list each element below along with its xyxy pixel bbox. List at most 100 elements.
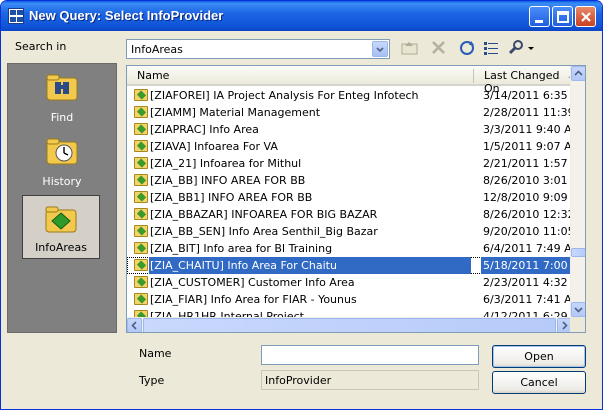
infoarea-folder-icon <box>134 208 148 220</box>
row-last-changed: 2/21/2011 1:57 PM <box>483 157 571 170</box>
dialog-window: New Query: Select InfoProvider Search in… <box>0 0 603 410</box>
vertical-scrollbar[interactable] <box>570 66 585 318</box>
open-button[interactable]: Open <box>492 345 586 368</box>
name-label: Name <box>139 347 172 360</box>
history-icon <box>45 136 79 166</box>
list-item[interactable]: [ZIAMM] Material Management 2/28/2011 11:… <box>127 104 572 121</box>
row-name: [ZIAFOREI] IA Project Analysis For Enteg… <box>150 89 419 102</box>
list-item[interactable]: [ZIA_CHAITU] Info Area For Chaitu 5/18/20… <box>127 257 572 274</box>
list-item[interactable]: [ZIA_BB_SEN] Info Area Senthil_Big Bazar… <box>127 223 572 240</box>
query-app-icon <box>8 8 24 24</box>
list-item[interactable]: [ZIA_21] Infoarea for Mithul 2/21/2011 1:… <box>127 155 572 172</box>
minimize-icon <box>535 20 543 23</box>
cancel-button[interactable]: Cancel <box>492 371 586 394</box>
place-infoareas[interactable]: InfoAreas <box>22 195 100 259</box>
search-in-value: InfoAreas <box>131 43 183 56</box>
row-name: [ZIAPRAC] Info Area <box>150 123 259 136</box>
row-name: [ZIA_BIT] Info area for BI Training <box>150 242 333 255</box>
row-last-changed: 5/18/2011 7:00 AM <box>481 257 571 274</box>
row-name: [ZIAMM] Material Management <box>150 106 321 119</box>
row-last-changed: 2/23/2011 4:32 PM <box>483 276 571 289</box>
list-item[interactable]: [ZIA_BBAZAR] INFOAREA FOR BIG BAZAR 8/26/… <box>127 206 572 223</box>
delete-icon <box>432 41 445 54</box>
scroll-left-button[interactable] <box>127 318 142 332</box>
infoareas-icon <box>44 204 78 234</box>
row-last-changed: 9/20/2010 11:05 ... <box>483 225 571 238</box>
infoarea-folder-icon <box>134 293 148 305</box>
horizontal-scroll-thumb[interactable] <box>143 318 556 332</box>
row-last-changed: 6/3/2011 7:41 AM <box>483 293 571 306</box>
row-name: [ZIA_FIAR] Info Area for FIAR - Younus <box>150 293 357 306</box>
close-button[interactable] <box>575 6 596 27</box>
row-last-changed: 2/28/2011 11:39 ... <box>483 106 571 119</box>
refresh-icon <box>460 41 474 55</box>
places-bar: Find History InfoAreas <box>7 63 117 333</box>
row-last-changed: 3/14/2011 6:35 AM <box>483 89 571 102</box>
infoarea-folder-icon <box>134 140 148 152</box>
list-item[interactable]: [ZIA_CUSTOMER] Customer Info Area 2/23/20… <box>127 274 572 291</box>
horizontal-scrollbar[interactable] <box>127 317 572 332</box>
vertical-scroll-thumb[interactable] <box>571 248 585 257</box>
view-details-icon <box>484 42 498 55</box>
list-item[interactable]: [ZIA_FIAR] Info Area for FIAR - Younus 6/… <box>127 291 572 308</box>
place-history-label: History <box>42 175 82 188</box>
infoprovider-list[interactable]: Name Last Changed On [ZIAFOREI] IA Proje… <box>126 65 586 333</box>
list-item[interactable]: [ZIA_BB1] INFO AREA FOR BB 12/8/2010 9:09… <box>127 189 572 206</box>
infoarea-folder-icon <box>134 276 148 288</box>
infoarea-folder-icon <box>134 225 148 237</box>
row-name: [ZIAVA] Infoarea For VA <box>150 140 278 153</box>
list-item[interactable]: [ZIAVA] Infoarea For VA 1/5/2011 9:07 AM <box>127 138 572 155</box>
title-bar[interactable]: New Query: Select InfoProvider <box>1 1 602 31</box>
row-last-changed: 8/26/2010 3:01 AM <box>483 174 571 187</box>
maximize-button[interactable] <box>552 6 573 27</box>
infoarea-folder-icon <box>134 123 148 135</box>
infoarea-folder-icon <box>134 242 148 254</box>
row-last-changed: 3/3/2011 9:40 AM <box>483 123 571 136</box>
row-name: [ZIA_BB1] INFO AREA FOR BB <box>150 191 313 204</box>
infoarea-folder-icon <box>134 174 148 186</box>
infoarea-folder-icon <box>134 106 148 118</box>
scroll-down-button[interactable] <box>571 302 585 317</box>
row-name: [ZIA_BB] INFO AREA FOR BB <box>150 174 306 187</box>
scroll-up-button[interactable] <box>571 66 585 81</box>
list-item[interactable]: [ZIA_BB] INFO AREA FOR BB 8/26/2010 3:01 … <box>127 172 572 189</box>
scroll-corner <box>570 317 585 332</box>
list-item[interactable]: [ZIAPRAC] Info Area 3/3/2011 9:40 AM <box>127 121 572 138</box>
minimize-button[interactable] <box>529 6 550 27</box>
list-item[interactable]: [ZIA_BIT] Info area for BI Training 6/4/2… <box>127 240 572 257</box>
search-in-label: Search in <box>15 40 67 53</box>
find-icon <box>45 72 79 102</box>
column-name-header[interactable]: Name <box>137 69 169 82</box>
refresh-button[interactable] <box>457 38 479 58</box>
place-infoareas-label: InfoAreas <box>35 241 87 254</box>
name-input[interactable] <box>261 345 479 365</box>
maximize-icon <box>557 11 569 23</box>
tools-menu-button[interactable] <box>505 38 535 58</box>
chevron-down-icon[interactable] <box>372 41 388 57</box>
row-name: [ZIA_BBAZAR] INFOAREA FOR BIG BAZAR <box>150 208 378 221</box>
place-find-label: Find <box>50 111 74 124</box>
up-folder-button[interactable] <box>399 38 421 58</box>
tools-icon <box>508 40 534 55</box>
infoarea-folder-icon <box>134 89 148 101</box>
infoarea-folder-icon <box>134 191 148 203</box>
delete-button[interactable] <box>428 38 450 58</box>
row-name: [ZIA_21] Infoarea for Mithul <box>150 157 302 170</box>
row-last-changed: 6/4/2011 7:49 AM <box>483 242 571 255</box>
place-history[interactable]: History <box>8 128 116 192</box>
type-label: Type <box>139 374 165 387</box>
window-title: New Query: Select InfoProvider <box>29 8 224 23</box>
row-last-changed: 8/26/2010 12:32 ... <box>483 208 571 221</box>
type-value: InfoProvider <box>261 370 479 390</box>
row-last-changed: 12/8/2010 9:09 PM <box>483 191 571 204</box>
row-name: [ZIA_CUSTOMER] Customer Info Area <box>150 276 355 289</box>
view-details-button[interactable] <box>481 38 503 58</box>
list-item[interactable]: [ZIAFOREI] IA Project Analysis For Enteg… <box>127 87 572 104</box>
up-folder-icon <box>401 42 418 55</box>
place-find[interactable]: Find <box>8 64 116 128</box>
search-in-combo[interactable]: InfoAreas <box>126 39 390 59</box>
row-last-changed: 1/5/2011 9:07 AM <box>483 140 571 153</box>
infoarea-folder-icon <box>134 157 148 169</box>
infoarea-folder-icon <box>134 259 148 271</box>
list-rows: [ZIAFOREI] IA Project Analysis For Enteg… <box>127 87 572 325</box>
